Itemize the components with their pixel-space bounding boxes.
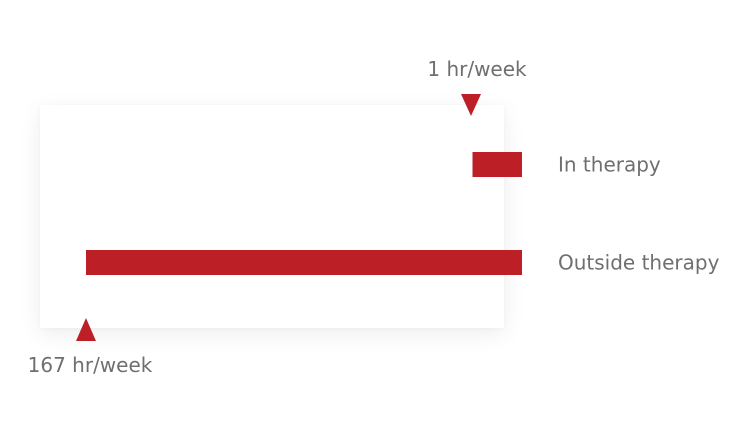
marker-1hr-week: [461, 94, 481, 116]
annotation-1hr-week: 1 hr/week: [427, 57, 527, 81]
category-label-in-therapy: In therapy: [558, 153, 661, 177]
bar-outside-therapy: [86, 250, 522, 275]
category-label-outside-therapy: Outside therapy: [558, 251, 720, 275]
marker-167hr-week: [76, 318, 96, 341]
annotation-167hr-week: 167 hr/week: [28, 353, 153, 377]
bar-chart: 1 hr/week 167 hr/week In therapy Outside…: [28, 57, 720, 377]
bar-in-therapy: [472, 152, 522, 177]
